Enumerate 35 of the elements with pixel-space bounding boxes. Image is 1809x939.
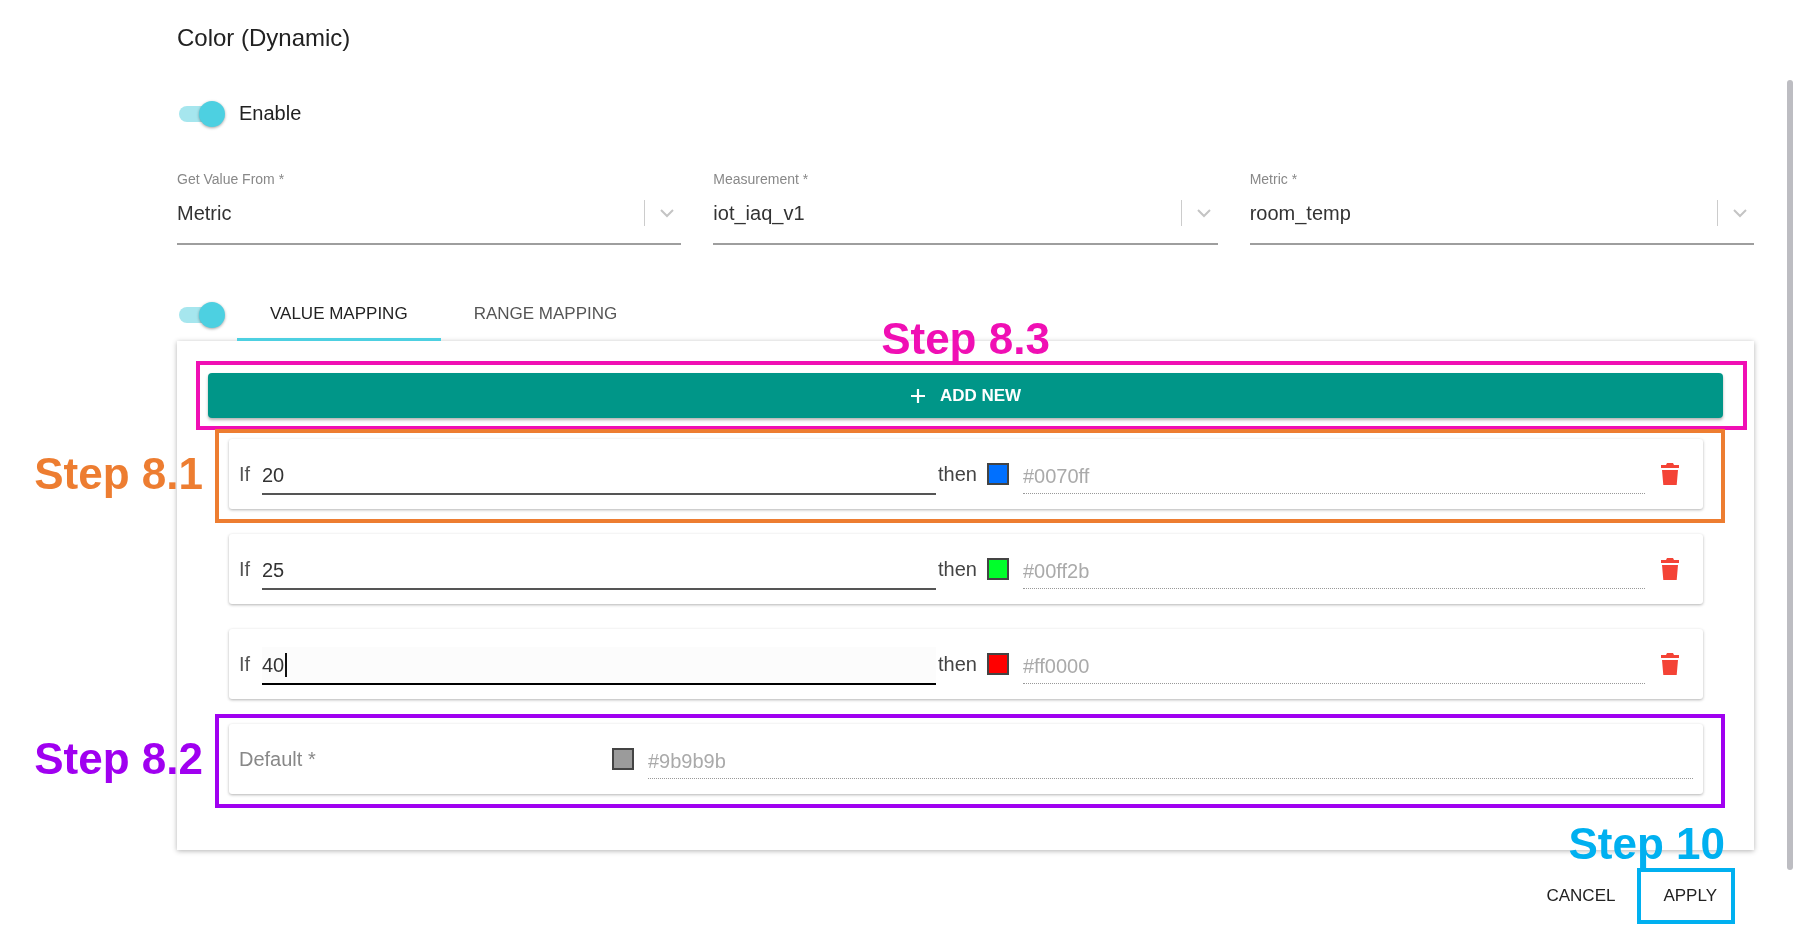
if-label: If [239, 557, 252, 581]
add-new-button[interactable]: ADD NEW [208, 373, 1723, 418]
step-label: Step 8.2 [34, 735, 203, 783]
value-field[interactable]: 20 [262, 457, 936, 495]
chevron-down-icon [1732, 208, 1748, 218]
step-label: Step 8.1 [34, 450, 203, 498]
default-label: Default * [239, 747, 317, 771]
color-swatch[interactable] [986, 653, 1009, 675]
value-field[interactable]: 25 [262, 552, 936, 590]
if-label: If [239, 652, 252, 676]
trash-icon[interactable] [1661, 463, 1679, 485]
color-swatch[interactable] [612, 748, 634, 770]
section-title: Color (Dynamic) [177, 23, 352, 53]
tab[interactable]: VALUE MAPPING [237, 291, 441, 341]
chevron-down-icon [659, 208, 676, 218]
dialog-button[interactable]: CANCEL [1534, 878, 1628, 914]
chevron-down-icon [1195, 208, 1212, 218]
step-label: Step 8.3 [881, 315, 1050, 363]
select-field[interactable]: Measurement * iot_iaq_v1 [713, 171, 1218, 245]
trash-icon[interactable] [1661, 558, 1679, 580]
if-label: If [239, 462, 252, 486]
then-label: then [938, 462, 977, 486]
trash-icon[interactable] [1661, 653, 1679, 675]
step-label: Step 10 [1568, 820, 1725, 868]
then-label: then [938, 652, 977, 676]
dialog-button[interactable]: APPLY [1651, 878, 1729, 914]
color-swatch[interactable] [986, 558, 1009, 580]
color-swatch[interactable] [986, 463, 1009, 485]
tab[interactable]: RANGE MAPPING [440, 291, 651, 341]
scrollbar[interactable] [1787, 80, 1793, 870]
select-field[interactable]: Metric * room_temp [1249, 171, 1754, 245]
then-label: then [938, 557, 977, 581]
toggle-label: Enable [239, 101, 302, 125]
select-field[interactable]: Get Value From * Metric [177, 171, 682, 245]
plus-icon [909, 387, 926, 404]
